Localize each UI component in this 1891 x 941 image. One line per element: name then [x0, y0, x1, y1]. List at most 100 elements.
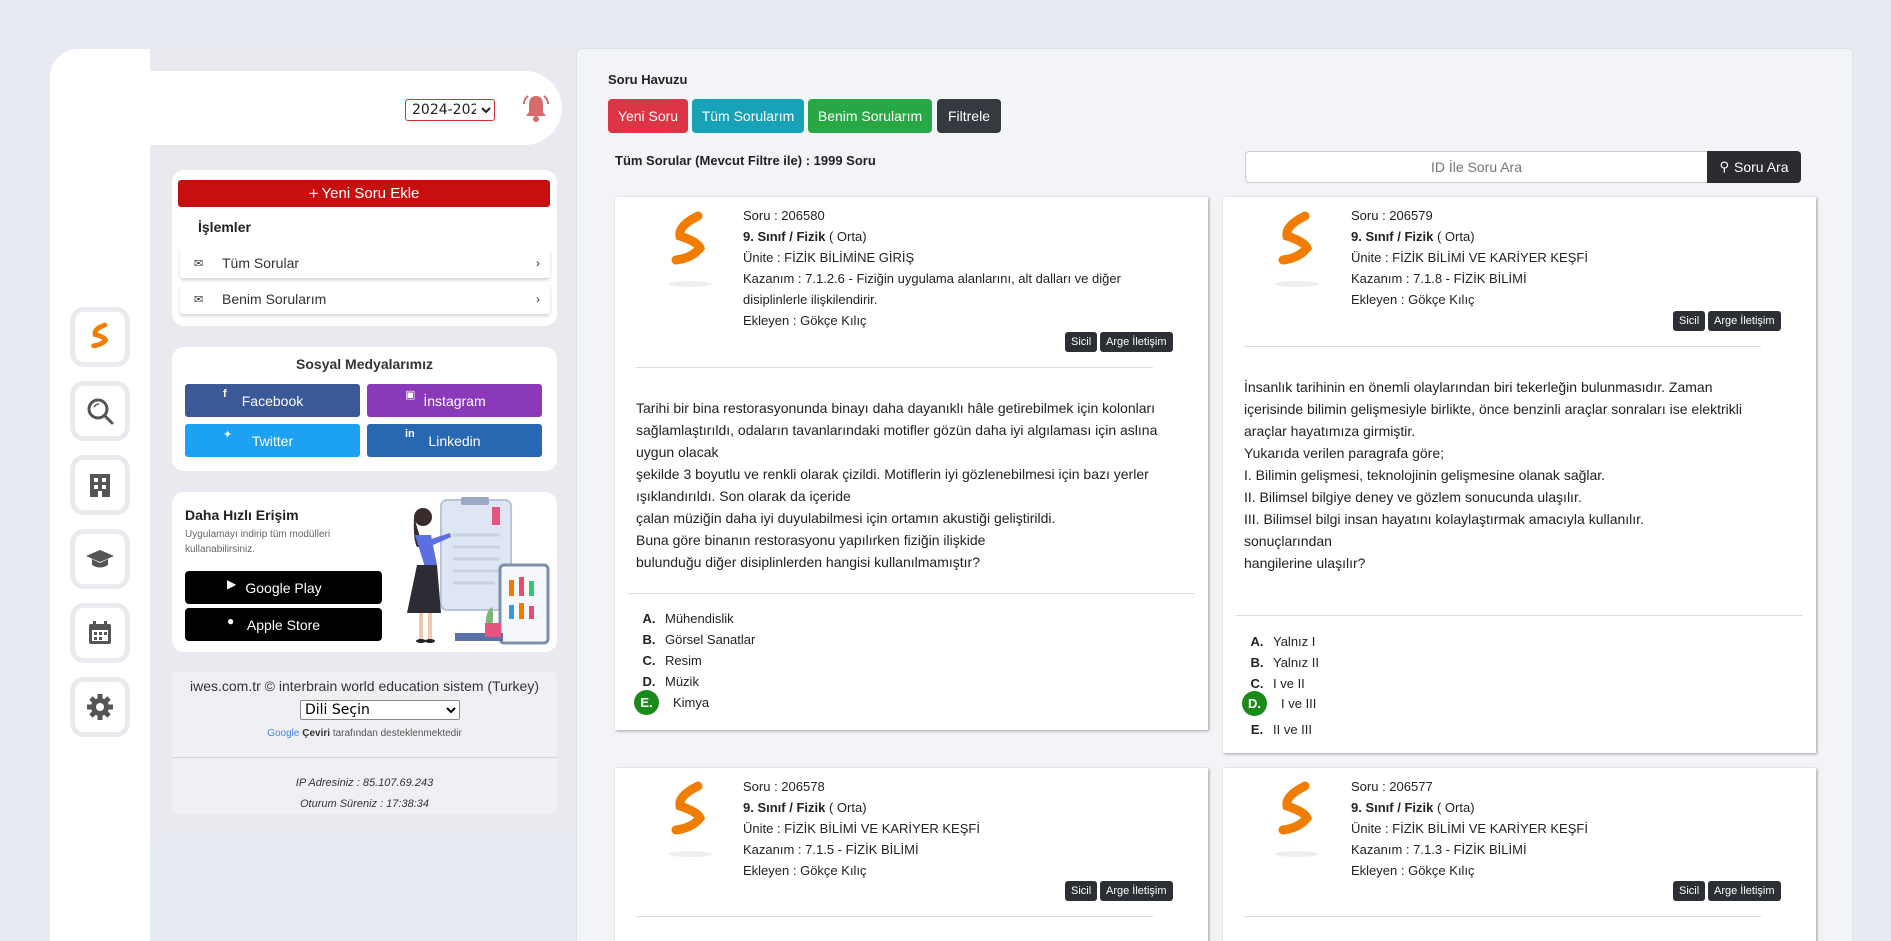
question-author: Ekleyen : Gökçe Kılıç — [1351, 863, 1475, 878]
tab-filter[interactable]: Filtrele — [937, 99, 1001, 133]
question-unit: Ünite : FİZİK BİLİMİ VE KARİYER KEŞFİ — [1351, 250, 1588, 265]
linkedin-icon: in — [405, 428, 415, 440]
graduation-cap-icon — [86, 550, 114, 568]
instagram-button[interactable]: ▣ İnstagram — [367, 384, 542, 417]
question-meta: Soru : 206580 9. Sınıf / Fizik ( Orta) Ü… — [743, 205, 1121, 331]
sicil-button[interactable]: Sicil — [1065, 881, 1098, 901]
option-b[interactable]: B. Yalnız II — [1243, 652, 1320, 673]
question-id: Soru : 206578 — [743, 779, 825, 794]
building-icon — [90, 474, 110, 497]
rail-search-button[interactable] — [70, 381, 130, 441]
question-kazanim-cont: disiplinlerle ilişkilendirir. — [743, 292, 878, 307]
search-input[interactable] — [1245, 151, 1707, 183]
brand-logo-icon — [668, 211, 712, 287]
plus-icon: + — [308, 183, 319, 203]
tab-all-my-questions[interactable]: Tüm Sorularım — [692, 99, 804, 133]
rail-settings-button[interactable] — [70, 677, 130, 737]
divider — [628, 593, 1195, 594]
linkedin-button[interactable]: in Linkedin — [367, 424, 542, 457]
question-author: Ekleyen : Gökçe Kılıç — [1351, 292, 1475, 307]
arge-contact-button[interactable]: Arge İletişim — [1708, 311, 1781, 331]
google-logo-text: Google — [267, 728, 300, 739]
language-select[interactable]: Dili Seçin — [300, 700, 460, 720]
twitter-icon: ✦ — [223, 429, 233, 441]
question-text: Tarihi bir bina restorasyonunda binayı d… — [636, 400, 1158, 570]
footer-divider — [172, 757, 557, 758]
social-title: Sosyal Medyalarımız — [296, 356, 433, 372]
search-button[interactable]: ⚲ Soru Ara — [1707, 151, 1801, 183]
google-play-button[interactable]: ▶ Google Play — [185, 571, 382, 604]
bell-icon[interactable] — [520, 92, 552, 124]
twitter-button[interactable]: ✦ Twitter — [185, 424, 360, 457]
question-unit: Ünite : FİZİK BİLİMİ VE KARİYER KEŞFİ — [743, 821, 980, 836]
illustration-woman-clipboard — [407, 497, 550, 645]
question-unit: Ünite : FİZİK BİLİMİ VE KARİYER KEŞFİ — [1351, 821, 1588, 836]
search-icon: ⚲ — [1719, 159, 1730, 174]
menu-item-all-questions[interactable]: ✉ Tüm Sorular › — [180, 248, 550, 278]
option-c[interactable]: C. Resim — [635, 650, 702, 671]
question-level: ( Orta) — [828, 229, 867, 244]
tab-my-questions[interactable]: Benim Sorularım — [808, 99, 932, 133]
divider — [1244, 916, 1761, 917]
session-time: Oturum Süreniz : 17:38:34 — [299, 798, 429, 810]
operations-title: İşlemler — [198, 219, 251, 235]
question-grade: 9. Sınıf / Fizik — [743, 229, 826, 244]
arge-contact-button[interactable]: Arge İletişim — [1708, 881, 1781, 901]
menu-item-my-questions[interactable]: ✉ Benim Sorularım › — [180, 284, 550, 314]
facebook-button[interactable]: f Facebook — [185, 384, 360, 417]
calendar-icon — [89, 621, 111, 644]
tab-new-question[interactable]: Yeni Soru — [608, 99, 688, 133]
question-author: Ekleyen : Gökçe Kılıç — [743, 863, 867, 878]
chevron-right-icon: › — [536, 256, 540, 270]
question-meta: Soru : 206577 9. Sınıf / Fizik ( Orta) Ü… — [1351, 776, 1588, 881]
sicil-button[interactable]: Sicil — [1673, 881, 1706, 901]
question-text: İnsanlık tarihinin en önemli olaylarında… — [1244, 379, 1742, 571]
left-rail — [50, 49, 150, 941]
question-id: Soru : 206579 — [1351, 208, 1433, 223]
option-b[interactable]: B. Görsel Sanatlar — [635, 629, 756, 650]
rail-education-button[interactable] — [70, 529, 130, 589]
facebook-icon: f — [223, 388, 227, 400]
sicil-button[interactable]: Sicil — [1673, 311, 1706, 331]
arge-contact-button[interactable]: Arge İletişim — [1100, 332, 1173, 352]
option-a[interactable]: A. Yalnız I — [1243, 631, 1316, 652]
question-unit: Ünite : FİZİK BİLİMİNE GİRİŞ — [743, 250, 915, 265]
option-a[interactable]: A. Mühendislik — [635, 608, 734, 629]
option-e-correct[interactable]: E. Kimya — [634, 690, 709, 715]
apple-icon: ● — [227, 614, 235, 628]
year-select[interactable]: 2024-2025 — [405, 99, 495, 121]
instagram-icon: ▣ — [405, 389, 416, 401]
ip-address: IP Adresiniz : 85.107.69.243 — [295, 777, 434, 789]
question-level: ( Orta) — [1436, 229, 1475, 244]
question-kazanim: Kazanım : 7.1.2.6 - Fiziğin uygulama ala… — [743, 271, 1121, 286]
question-id: Soru : 206577 — [1351, 779, 1433, 794]
google-translate-note: Google Çeviri tarafından desteklenmekted… — [267, 728, 462, 739]
option-e[interactable]: E. II ve III — [1243, 719, 1312, 740]
page-title: Soru Havuzu — [608, 72, 688, 87]
question-kazanim: Kazanım : 7.1.8 - FİZİK BİLİMİ — [1351, 271, 1527, 286]
question-meta: Soru : 206578 9. Sınıf / Fizik ( Orta) Ü… — [743, 776, 980, 881]
rail-building-button[interactable] — [70, 455, 130, 515]
rail-calendar-button[interactable] — [70, 603, 130, 663]
footer-brand: iwes.com.tr © interbrain world education… — [189, 678, 539, 694]
rail-logo-button[interactable] — [70, 307, 130, 367]
fast-access-title: Daha Hızlı Erişim — [185, 507, 299, 523]
arge-contact-button[interactable]: Arge İletişim — [1100, 881, 1173, 901]
brand-logo-icon — [1275, 781, 1319, 857]
new-question-button[interactable]: + Yeni Soru Ekle — [178, 180, 550, 207]
question-count: Tüm Sorular (Mevcut Filtre ile) : 1999 S… — [615, 153, 876, 168]
question-grade: 9. Sınıf / Fizik — [1351, 229, 1434, 244]
option-d[interactable]: D. Müzik — [635, 671, 699, 692]
google-translate-link[interactable]: Çeviri — [302, 728, 330, 739]
inbox-icon: ✉ — [194, 293, 204, 306]
divider — [1236, 615, 1803, 616]
sicil-button[interactable]: Sicil — [1065, 332, 1098, 352]
question-grade: 9. Sınıf / Fizik — [1351, 800, 1434, 815]
question-kazanim: Kazanım : 7.1.5 - FİZİK BİLİMİ — [743, 842, 919, 857]
apple-store-button[interactable]: ● Apple Store — [185, 608, 382, 641]
divider — [636, 916, 1153, 917]
brand-logo-icon — [668, 781, 712, 857]
option-d-correct[interactable]: D. I ve III — [1242, 691, 1316, 716]
fast-access-subtitle: Uygulamayı indirip tüm modülleri kullana… — [185, 529, 331, 555]
search-icon — [87, 398, 114, 425]
